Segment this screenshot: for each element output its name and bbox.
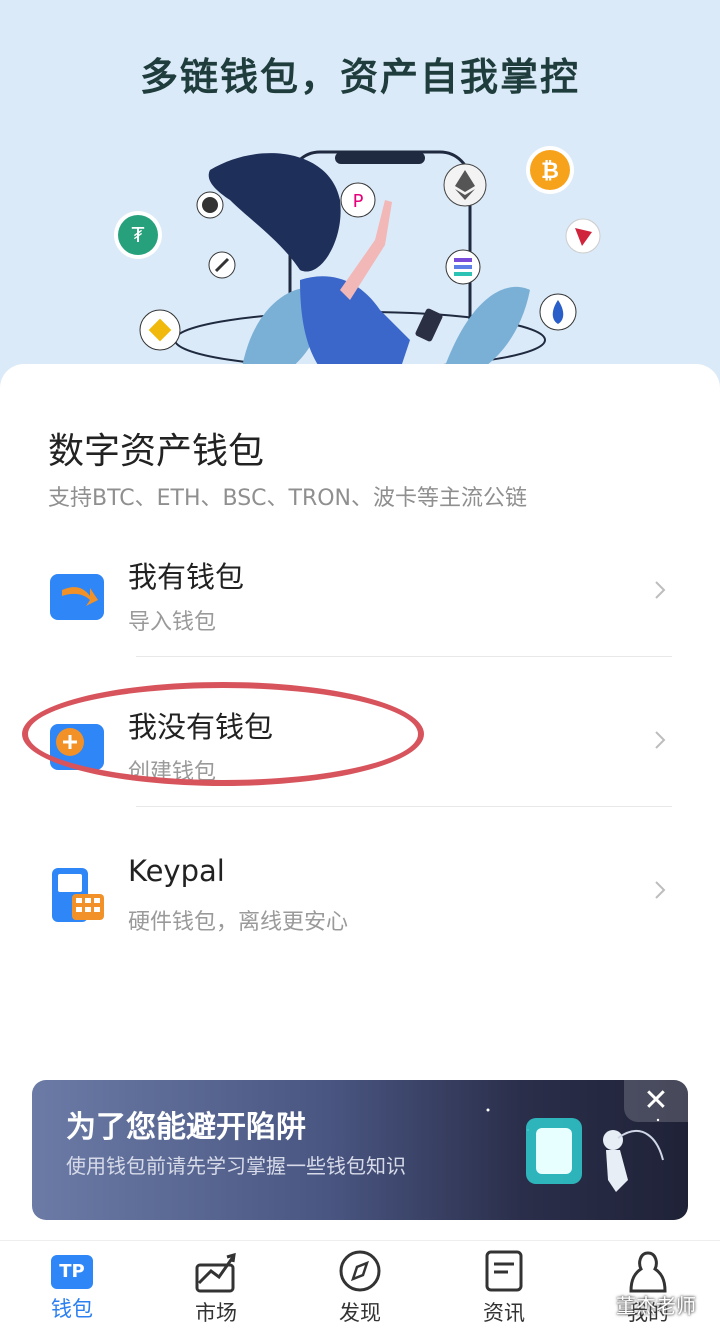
- polkadot-coin-icon: P: [340, 182, 376, 218]
- ethereum-coin-icon: [443, 163, 487, 207]
- section-subtitle: 支持BTC、ETH、BSC、TRON、波卡等主流公链: [48, 486, 528, 511]
- huobi-coin-icon: [539, 293, 577, 331]
- hardware-wallet-icon: [52, 868, 104, 922]
- watermark: 董杰老师: [616, 1294, 696, 1318]
- chevron-right-icon: [655, 731, 666, 749]
- tab-news[interactable]: 资讯: [454, 1249, 554, 1334]
- option-desc: 导入钱包: [128, 610, 217, 635]
- tether-coin-icon: ₮: [114, 211, 162, 259]
- tron-coin-icon: [565, 218, 601, 254]
- tab-wallet[interactable]: TP 钱包: [22, 1249, 122, 1334]
- wallet-tp-icon: TP: [51, 1255, 93, 1289]
- solana-coin-icon: [445, 249, 481, 285]
- arrow-coin-icon: [208, 251, 236, 279]
- banner-title: 为了您能避开陷阱: [66, 1110, 306, 1145]
- tab-label: 资讯: [483, 1301, 525, 1325]
- compass-icon: [339, 1250, 381, 1292]
- chevron-right-icon: [655, 581, 666, 599]
- eos-coin-icon: [196, 191, 224, 219]
- banner-description: 使用钱包前请先学习掌握一些钱包知识: [66, 1154, 406, 1178]
- hero-title: 多链钱包，资产自我掌控: [139, 55, 580, 99]
- close-button[interactable]: ✕: [624, 1080, 688, 1122]
- tab-label: 发现: [339, 1301, 381, 1325]
- highlight-ellipse: [22, 682, 424, 786]
- tab-market[interactable]: 市场: [166, 1249, 266, 1334]
- svg-text:P: P: [353, 191, 364, 212]
- option-label: Keypal: [128, 854, 225, 888]
- learn-banner[interactable]: 为了您能避开陷阱 使用钱包前请先学习掌握一些钱包知识 ✕: [32, 1080, 688, 1220]
- bnb-coin-icon: [139, 309, 181, 351]
- hero-illustration: ₮ P ₿: [114, 146, 601, 380]
- hero-section: 多链钱包，资产自我掌控 ₮ P ₿: [0, 0, 720, 420]
- tab-label: 钱包: [51, 1297, 93, 1321]
- chevron-right-icon: [655, 881, 666, 899]
- divider: [136, 656, 672, 657]
- tab-label: 市场: [195, 1301, 237, 1325]
- svg-text:₮: ₮: [132, 223, 145, 247]
- section-title: 数字资产钱包: [48, 431, 265, 472]
- profile-icon: [629, 1251, 667, 1293]
- bitcoin-coin-icon: ₿: [526, 146, 574, 194]
- option-label: 我有钱包: [128, 560, 245, 594]
- divider: [136, 806, 672, 807]
- import-wallet-option[interactable]: 我有钱包 导入钱包: [0, 538, 720, 668]
- import-wallet-icon: [50, 574, 104, 620]
- tab-discover[interactable]: 发现: [310, 1249, 410, 1334]
- svg-text:₿: ₿: [541, 159, 559, 184]
- keypal-option[interactable]: Keypal 硬件钱包，离线更安心: [0, 838, 720, 968]
- market-chart-icon: [195, 1252, 236, 1293]
- option-desc: 硬件钱包，离线更安心: [128, 910, 349, 935]
- news-icon: [485, 1250, 523, 1292]
- bottom-tab-bar: TP 钱包 市场 发现 资讯 我的: [0, 1240, 720, 1334]
